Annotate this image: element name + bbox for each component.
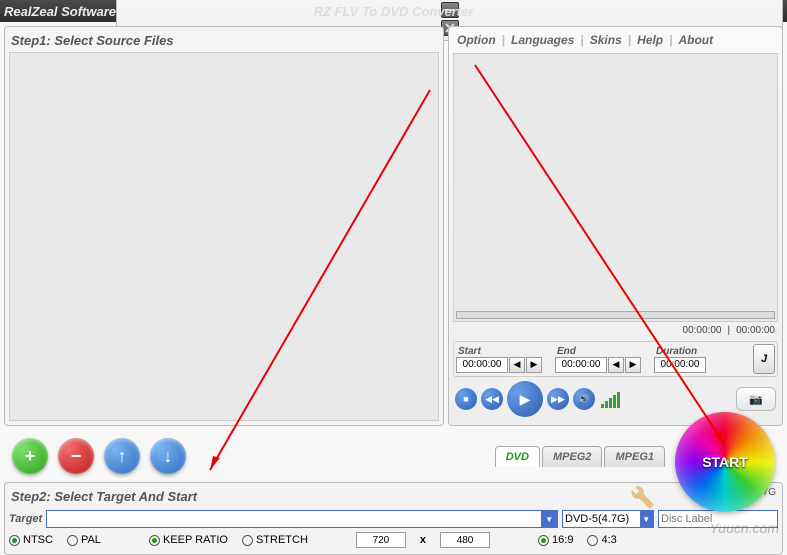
play-button[interactable]: ▶ [507, 381, 543, 417]
stop-button[interactable]: ■ [455, 388, 477, 410]
width-input[interactable] [356, 532, 406, 548]
mute-button[interactable]: 🔊 [573, 388, 595, 410]
start-prev-button[interactable]: ◀ [509, 357, 525, 373]
step2-panel: Step2: Select Target And Start 0M / 4.7G… [4, 482, 783, 555]
menu-skins[interactable]: Skins [590, 33, 622, 47]
file-list[interactable] [9, 52, 439, 421]
cut-button[interactable]: J [753, 344, 775, 374]
target-label: Target [9, 513, 42, 525]
end-time-input[interactable] [555, 357, 607, 373]
menu-help[interactable]: Help [637, 33, 663, 47]
arrow-down-icon: ↓ [164, 446, 173, 467]
prev-button[interactable]: ◀◀ [481, 388, 503, 410]
start-next-button[interactable]: ▶ [526, 357, 542, 373]
tab-mpeg1[interactable]: MPEG1 [604, 446, 665, 467]
source-panel: Step1: Select Source Files [4, 26, 444, 426]
radio-4-3[interactable]: 4:3 [587, 534, 616, 546]
end-label: End [555, 346, 652, 357]
minus-icon: − [71, 446, 82, 467]
radio-pal[interactable]: PAL [67, 534, 101, 546]
preview-panel: Option| Languages| Skins| Help| About 00… [448, 26, 783, 426]
plus-icon: + [25, 446, 36, 467]
step1-label: Step1: Select Source Files [9, 31, 439, 52]
radio-stretch[interactable]: STRETCH [242, 534, 308, 546]
menu-option[interactable]: Option [457, 33, 496, 47]
radio-ntsc[interactable]: NTSC [9, 534, 53, 546]
start-label: Start [456, 346, 553, 357]
time-current: 00:00:00 [683, 325, 722, 336]
start-button[interactable]: START [675, 412, 775, 512]
duration-label: Duration [654, 346, 751, 357]
chevron-down-icon[interactable]: ▼ [640, 511, 653, 527]
snapshot-button[interactable]: 📷 [736, 387, 776, 411]
by-label: x [420, 534, 426, 546]
duration-input[interactable] [654, 357, 706, 373]
progress-bar[interactable] [456, 311, 775, 319]
add-button[interactable]: + [12, 438, 48, 474]
tab-dvd[interactable]: DVD [495, 446, 540, 467]
tab-mpeg2[interactable]: MPEG2 [542, 446, 603, 467]
menu-languages[interactable]: Languages [511, 33, 574, 47]
disc-size-combo[interactable]: ▼ [562, 510, 654, 528]
camera-icon: 📷 [749, 393, 763, 406]
target-combo[interactable]: ▼ [46, 510, 558, 528]
step2-label: Step2: Select Target And Start [9, 487, 778, 508]
next-button[interactable]: ▶▶ [547, 388, 569, 410]
start-label: START [702, 454, 748, 470]
time-total: 00:00:00 [736, 325, 775, 336]
app-title: RZ FLV To DVD Converter [314, 4, 474, 19]
disc-label-input[interactable] [658, 510, 778, 528]
radio-keep-ratio[interactable]: KEEP RATIO [149, 534, 228, 546]
end-prev-button[interactable]: ◀ [608, 357, 624, 373]
chevron-down-icon[interactable]: ▼ [541, 511, 557, 527]
move-down-button[interactable]: ↓ [150, 438, 186, 474]
height-input[interactable] [440, 532, 490, 548]
menu-about[interactable]: About [678, 33, 713, 47]
arrow-up-icon: ↑ [118, 446, 127, 467]
end-next-button[interactable]: ▶ [625, 357, 641, 373]
remove-button[interactable]: − [58, 438, 94, 474]
video-preview [453, 53, 778, 322]
brand-label: RealZeal Software [4, 4, 116, 19]
move-up-button[interactable]: ↑ [104, 438, 140, 474]
start-time-input[interactable] [456, 357, 508, 373]
radio-16-9[interactable]: 16:9 [538, 534, 573, 546]
volume-meter[interactable] [601, 390, 620, 408]
